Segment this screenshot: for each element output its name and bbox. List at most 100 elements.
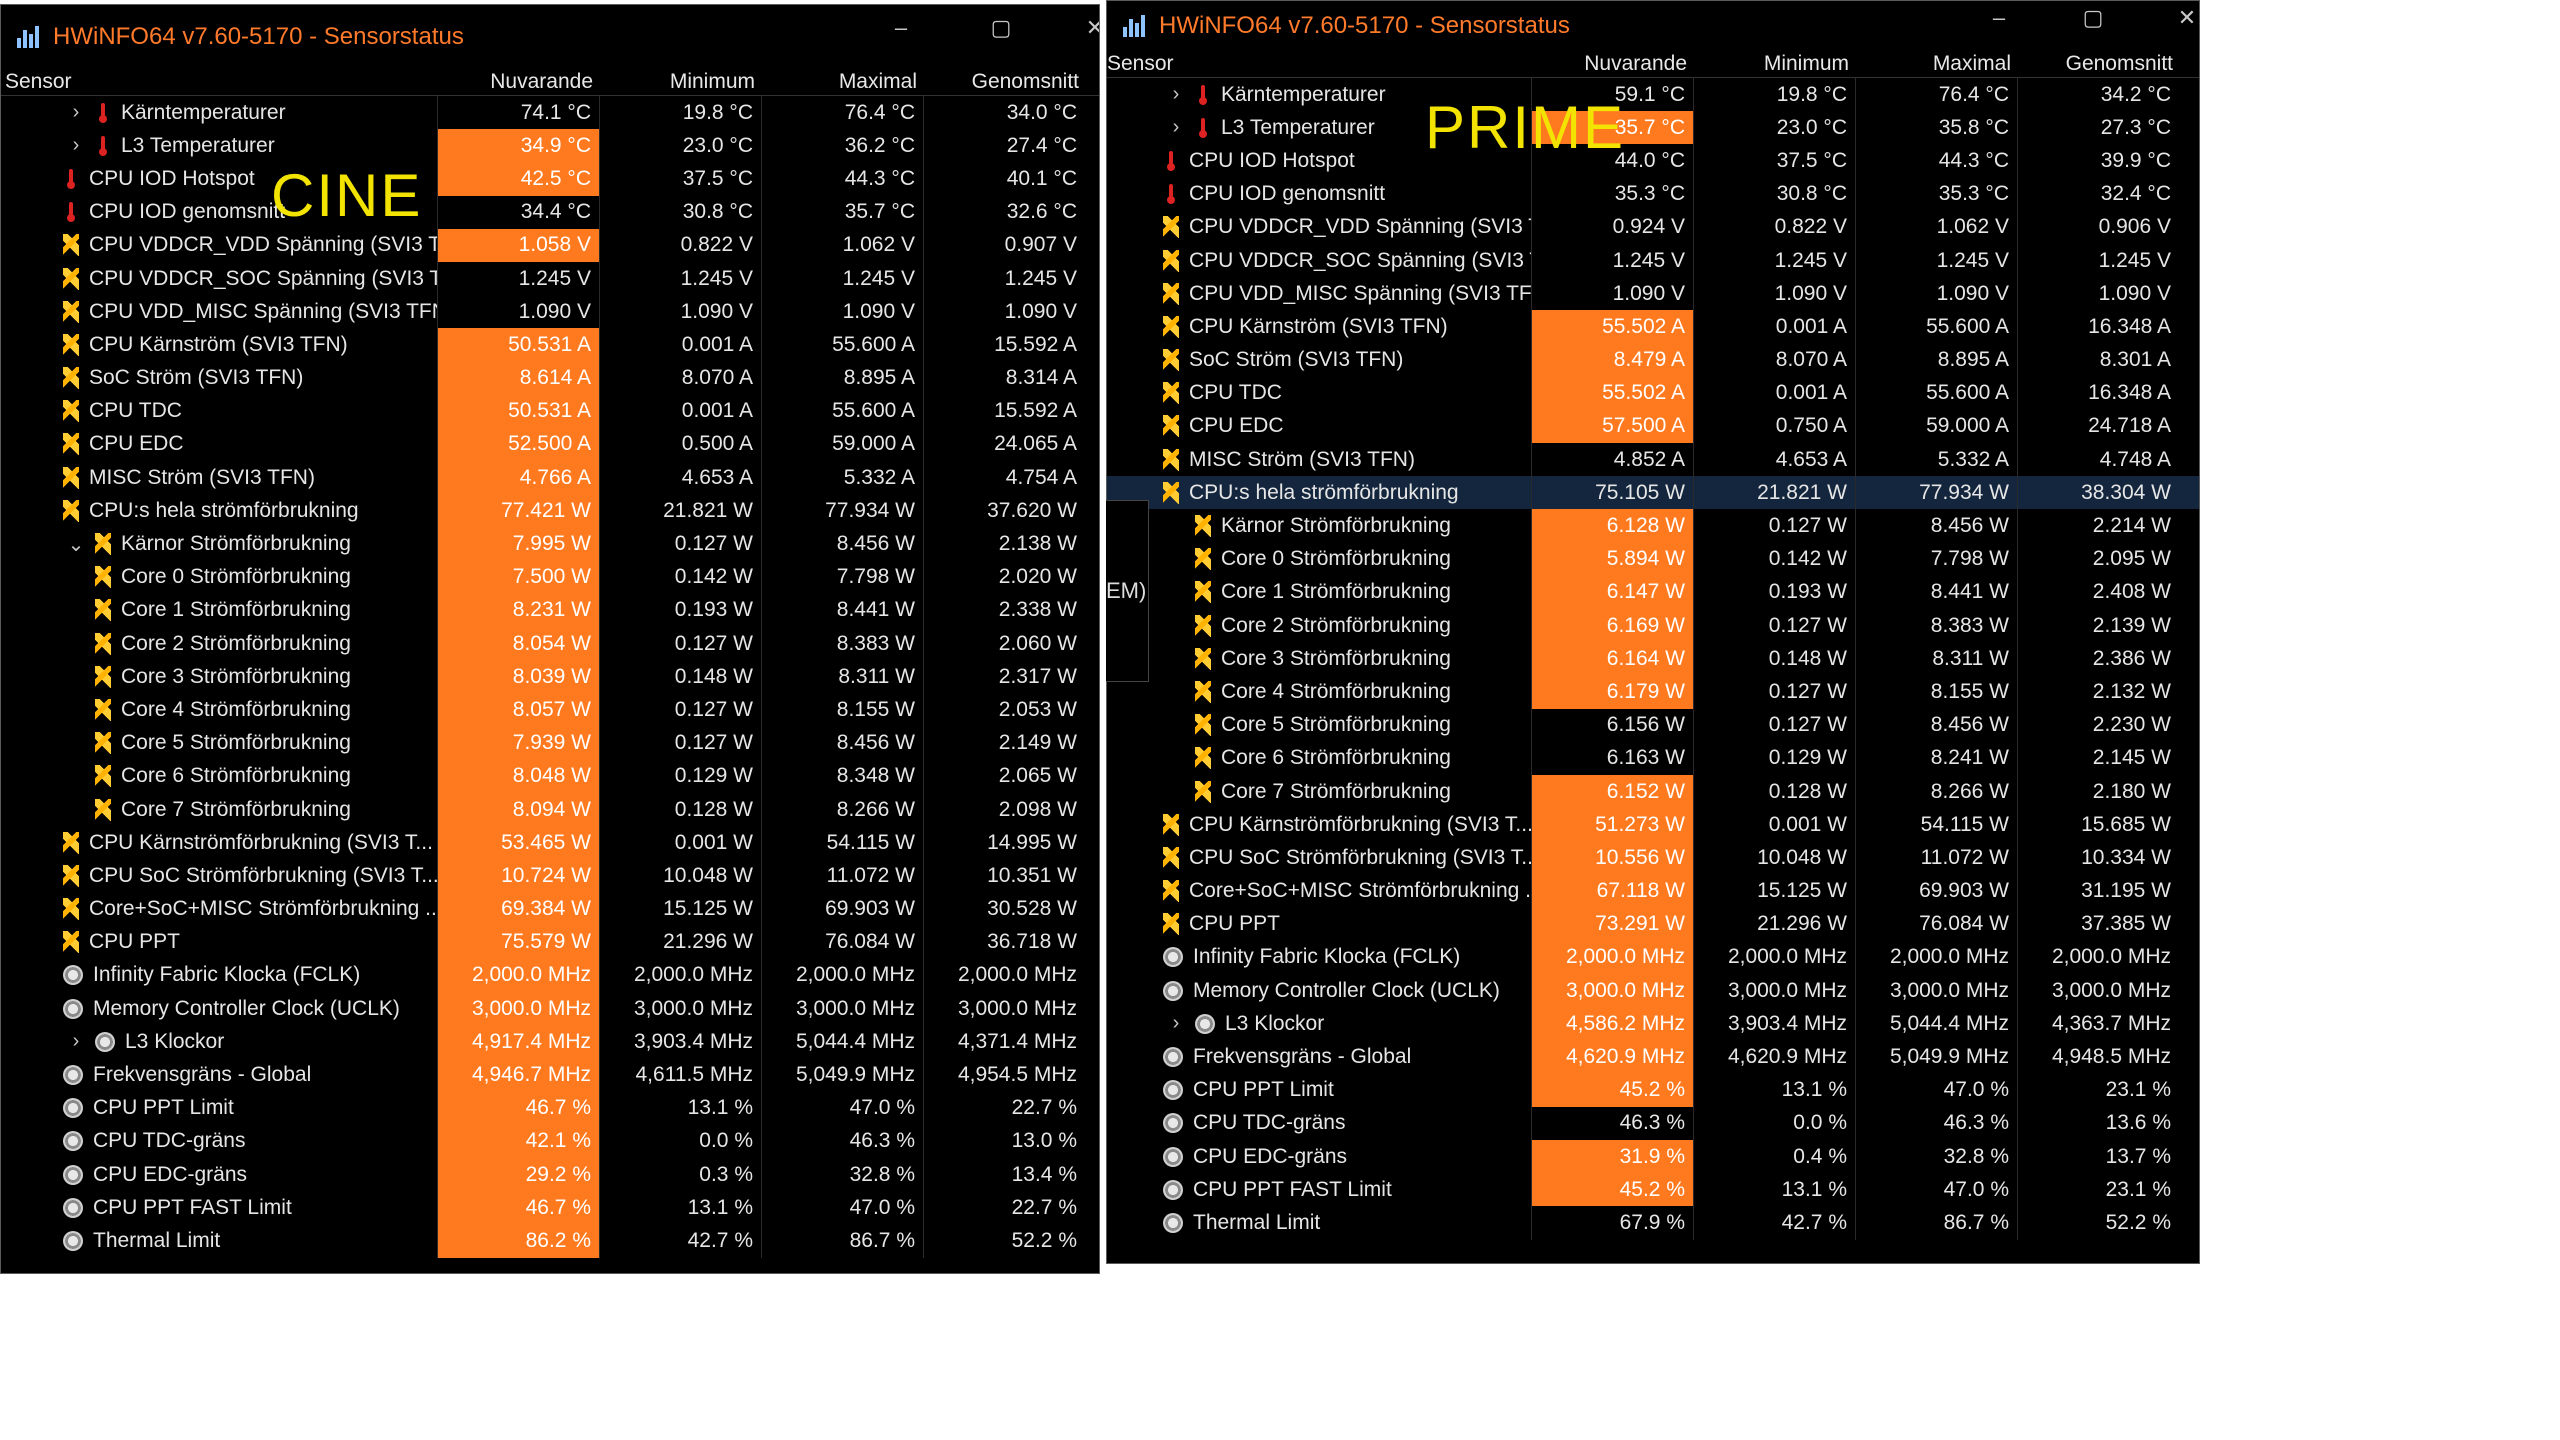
- sensor-row[interactable]: Core 1 Strömförbrukning 6.147 W 0.193 W 8.4…: [1107, 575, 2199, 609]
- sensor-row[interactable]: Core 4 Strömförbrukning 6.179 W 0.127 W 8.1…: [1107, 675, 2199, 709]
- sensor-row[interactable]: Core 3 Strömförbrukning 8.039 W 0.148 W 8.3…: [1, 660, 1099, 694]
- sensor-row[interactable]: Thermal Limit 67.9 % 42.7 % 86.7 % 52.2 %: [1107, 1206, 2199, 1240]
- sensor-row[interactable]: Core 0 Strömförbrukning 5.894 W 0.142 W 7.7…: [1107, 542, 2199, 576]
- sensor-row[interactable]: Core 6 Strömförbrukning 8.048 W 0.129 W 8.3…: [1, 759, 1099, 793]
- sensor-row[interactable]: CPU Kärnströmförbrukning (SVI3 T... 53.46…: [1, 826, 1099, 860]
- chevron-right-icon[interactable]: ›: [1165, 83, 1187, 106]
- sensor-row[interactable]: CPU PPT Limit 46.7 % 13.1 % 47.0 % 22.7 %: [1, 1091, 1099, 1125]
- sensor-row[interactable]: CPU Kärnström (SVI3 TFN) 50.531 A 0.001 A5…: [1, 328, 1099, 362]
- background-window-tab[interactable]: EM): [1106, 500, 1149, 682]
- sensor-row[interactable]: CPU EDC 57.500 A 0.750 A 59.000 A 24.718 A: [1107, 409, 2199, 444]
- chevron-right-icon[interactable]: ›: [65, 134, 87, 157]
- sensor-row[interactable]: MISC Ström (SVI3 TFN) 4.852 A 4.653 A 5.332…: [1107, 443, 2199, 477]
- maximize-button[interactable]: ▢: [2073, 5, 2113, 31]
- value-average: 2.132 W: [2017, 675, 2179, 709]
- sensor-row[interactable]: CPU IOD Hotspot 44.0 °C 37.5 °C 44.3 °C 39.9…: [1107, 144, 2199, 178]
- sensor-row[interactable]: Memory Controller Clock (UCLK) 3,000.0 MH…: [1107, 974, 2199, 1008]
- sensor-row[interactable]: CPU TDC 55.502 A 0.001 A 55.600 A 16.348 A: [1107, 376, 2199, 410]
- sensor-row[interactable]: CPU PPT Limit 45.2 % 13.1 % 47.0 % 23.1 %: [1107, 1073, 2199, 1107]
- sensor-row[interactable]: Memory Controller Clock (UCLK) 3,000.0 MH…: [1, 992, 1099, 1026]
- sensor-row[interactable]: › Kärntemperaturer 59.1 °C 19.8 °C 76.4 °C 34…: [1107, 78, 2199, 112]
- sensor-row[interactable]: CPU VDDCR_SOC Spänning (SVI3 T... 1.245 V…: [1, 261, 1099, 296]
- sensor-row[interactable]: ⌄ Kärnor Strömförbrukning 7.995 W 0.127 W 8.…: [1, 527, 1099, 561]
- maximize-button[interactable]: ▢: [981, 15, 1021, 41]
- header-average[interactable]: Genomsnitt: [923, 69, 1085, 95]
- sensor-row[interactable]: › L3 Klockor 4,586.2 MHz 3,903.4 MHz 5,044.4…: [1107, 1007, 2199, 1041]
- sensor-row[interactable]: CPU IOD Hotspot 42.5 °C 37.5 °C 44.3 °C 40.1…: [1, 162, 1099, 196]
- sensor-row[interactable]: Core 0 Strömförbrukning 7.500 W 0.142 W 7.7…: [1, 560, 1099, 594]
- sensor-row[interactable]: CPU TDC-gräns 42.1 % 0.0 % 46.3 % 13.0 %: [1, 1124, 1099, 1158]
- sensor-row[interactable]: › L3 Klockor 4,917.4 MHz 3,903.4 MHz 5,044.4…: [1, 1025, 1099, 1059]
- sensor-row[interactable]: SoC Ström (SVI3 TFN) 8.479 A 8.070 A 8.895 …: [1107, 343, 2199, 377]
- sensor-row[interactable]: Infinity Fabric Klocka (FCLK) 2,000.0 MHz…: [1, 958, 1099, 993]
- sensor-row[interactable]: Core+SoC+MISC Strömförbrukning ... 69.384…: [1, 892, 1099, 926]
- sensor-row[interactable]: CPU PPT 73.291 W 21.296 W 76.084 W 37.385 W: [1107, 907, 2199, 941]
- sensor-row[interactable]: CPU VDD_MISC Spänning (SVI3 TFN) 1.090 V1…: [1, 295, 1099, 329]
- value-average: 13.7 %: [2017, 1140, 2179, 1174]
- sensor-row[interactable]: CPU VDDCR_SOC Spänning (SVI3 T... 1.245 V…: [1107, 243, 2199, 278]
- sensor-row[interactable]: CPU Kärnströmförbrukning (SVI3 T... 51.27…: [1107, 808, 2199, 842]
- minimize-button[interactable]: –: [881, 15, 921, 41]
- title-bar[interactable]: HWiNFO64 v7.60-5170 - Sensorstatus – ▢ ✕: [1, 5, 1099, 69]
- sensor-row[interactable]: Core 4 Strömförbrukning 8.057 W 0.127 W 8.1…: [1, 693, 1099, 727]
- sensor-row[interactable]: Core 6 Strömförbrukning 6.163 W 0.129 W 8.2…: [1107, 741, 2199, 775]
- header-maximum[interactable]: Maximal: [761, 69, 923, 95]
- sensor-row[interactable]: › L3 Temperaturer 34.9 °C 23.0 °C 36.2 °C 27.…: [1, 129, 1099, 163]
- sensor-row[interactable]: Thermal Limit 86.2 % 42.7 % 86.7 % 52.2 %: [1, 1224, 1099, 1258]
- sensor-row[interactable]: CPU:s hela strömförbrukning 77.421 W 21.82…: [1, 494, 1099, 528]
- chevron-right-icon[interactable]: ›: [1165, 1012, 1187, 1035]
- sensor-row[interactable]: Frekvensgräns - Global 4,620.9 MHz 4,620.9…: [1107, 1040, 2199, 1074]
- sensor-row[interactable]: CPU TDC-gräns 46.3 % 0.0 % 46.3 % 13.6 %: [1107, 1106, 2199, 1140]
- sensor-row[interactable]: Core 5 Strömförbrukning 6.156 W 0.127 W 8.4…: [1107, 708, 2199, 742]
- sensor-row[interactable]: Kärnor Strömförbrukning 6.128 W 0.127 W 8.4…: [1107, 509, 2199, 543]
- sensor-row[interactable]: CPU EDC 52.500 A 0.500 A 59.000 A 24.065 A: [1, 427, 1099, 462]
- sensor-row[interactable]: CPU PPT 75.579 W 21.296 W 76.084 W 36.718 W: [1, 925, 1099, 959]
- chevron-right-icon[interactable]: ›: [65, 1030, 87, 1053]
- sensor-row[interactable]: CPU EDC-gräns 29.2 % 0.3 % 32.8 % 13.4 %: [1, 1158, 1099, 1192]
- close-button[interactable]: ✕: [2167, 5, 2199, 31]
- value-minimum: 21.296 W: [1693, 907, 1855, 941]
- sensor-row[interactable]: CPU SoC Strömförbrukning (SVI3 T... 10.55…: [1107, 841, 2199, 875]
- sensor-row[interactable]: Core 2 Strömförbrukning 8.054 W 0.127 W 8.3…: [1, 627, 1099, 661]
- close-button[interactable]: ✕: [1075, 15, 1099, 41]
- header-sensor[interactable]: Sensor: [1, 69, 437, 95]
- sensor-row[interactable]: › Kärntemperaturer 74.1 °C 19.8 °C 76.4 °C 34…: [1, 96, 1099, 130]
- header-average[interactable]: Genomsnitt: [2017, 51, 2179, 77]
- sensor-row[interactable]: CPU IOD genomsnitt 34.4 °C 30.8 °C 35.7 °C 3…: [1, 195, 1099, 229]
- sensor-row[interactable]: CPU Kärnström (SVI3 TFN) 55.502 A 0.001 A5…: [1107, 310, 2199, 344]
- sensor-row[interactable]: SoC Ström (SVI3 TFN) 8.614 A 8.070 A 8.895 …: [1, 361, 1099, 395]
- sensor-row[interactable]: CPU VDDCR_VDD Spänning (SVI3 T... 1.058 V…: [1, 228, 1099, 262]
- sensor-row[interactable]: CPU PPT FAST Limit 45.2 % 13.1 % 47.0 % 23.1…: [1107, 1173, 2199, 1207]
- sensor-row[interactable]: Core 5 Strömförbrukning 7.939 W 0.127 W 8.4…: [1, 726, 1099, 760]
- header-minimum[interactable]: Minimum: [1693, 51, 1855, 77]
- sensor-row[interactable]: Core 7 Strömförbrukning 6.152 W 0.128 W 8.2…: [1107, 774, 2199, 809]
- sensor-row[interactable]: CPU TDC 50.531 A 0.001 A 55.600 A 15.592 A: [1, 394, 1099, 428]
- header-current[interactable]: Nuvarande: [1531, 51, 1693, 77]
- title-bar[interactable]: HWiNFO64 v7.60-5170 - Sensorstatus – ▢ ✕: [1107, 1, 2199, 51]
- minimize-button[interactable]: –: [1979, 5, 2019, 31]
- header-minimum[interactable]: Minimum: [599, 69, 761, 95]
- sensor-row[interactable]: CPU VDD_MISC Spänning (SVI3 TFN) 1.090 V1…: [1107, 277, 2199, 311]
- header-current[interactable]: Nuvarande: [437, 69, 599, 95]
- header-maximum[interactable]: Maximal: [1855, 51, 2017, 77]
- sensor-row[interactable]: › L3 Temperaturer 35.7 °C 23.0 °C 35.8 °C 27.…: [1107, 111, 2199, 145]
- sensor-row[interactable]: Core 2 Strömförbrukning 6.169 W 0.127 W 8.3…: [1107, 609, 2199, 643]
- sensor-row[interactable]: CPU PPT FAST Limit 46.7 % 13.1 % 47.0 % 22.7…: [1, 1191, 1099, 1225]
- sensor-row[interactable]: Core 7 Strömförbrukning 8.094 W 0.128 W 8.2…: [1, 792, 1099, 827]
- sensor-row[interactable]: Frekvensgräns - Global 4,946.7 MHz 4,611.5…: [1, 1058, 1099, 1092]
- chevron-down-icon[interactable]: ⌄: [65, 532, 87, 557]
- sensor-row[interactable]: CPU:s hela strömförbrukning 75.105 W 21.82…: [1107, 476, 2199, 510]
- header-sensor[interactable]: Sensor: [1107, 51, 1531, 77]
- sensor-row[interactable]: CPU SoC Strömförbrukning (SVI3 T... 10.72…: [1, 859, 1099, 893]
- sensor-row[interactable]: Core 1 Strömförbrukning 8.231 W 0.193 W 8.4…: [1, 593, 1099, 627]
- sensor-row[interactable]: CPU EDC-gräns 31.9 % 0.4 % 32.8 % 13.7 %: [1107, 1140, 2199, 1174]
- chevron-right-icon[interactable]: ›: [65, 101, 87, 124]
- sensor-row[interactable]: Core+SoC+MISC Strömförbrukning ... 67.118…: [1107, 874, 2199, 908]
- sensor-name-cell: CPU TDC: [1, 395, 437, 428]
- sensor-row[interactable]: CPU VDDCR_VDD Spänning (SVI3 T... 0.924 V…: [1107, 210, 2199, 244]
- sensor-row[interactable]: Infinity Fabric Klocka (FCLK) 2,000.0 MHz…: [1107, 940, 2199, 975]
- sensor-row[interactable]: CPU IOD genomsnitt 35.3 °C 30.8 °C 35.3 °C 3…: [1107, 177, 2199, 211]
- sensor-row[interactable]: MISC Ström (SVI3 TFN) 4.766 A 4.653 A 5.332…: [1, 461, 1099, 495]
- chevron-right-icon[interactable]: ›: [1165, 116, 1187, 139]
- sensor-row[interactable]: Core 3 Strömförbrukning 6.164 W 0.148 W 8.3…: [1107, 642, 2199, 676]
